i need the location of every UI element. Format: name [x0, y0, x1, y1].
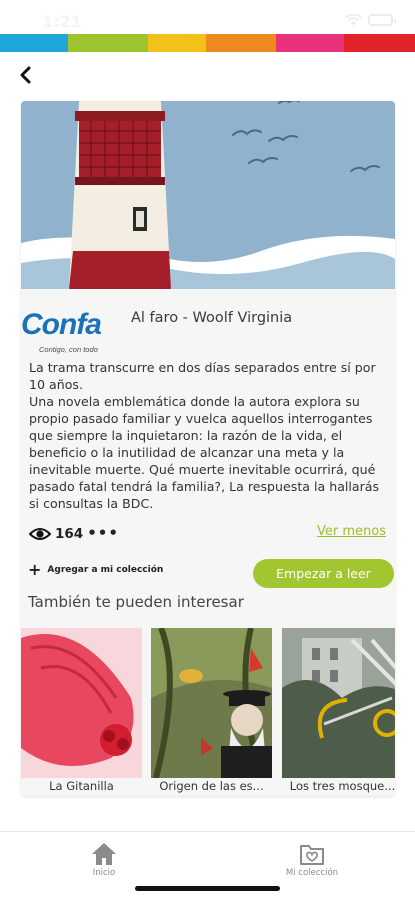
status-bar: 1:21 — [0, 0, 415, 36]
recommendation-item[interactable]: La Gitanilla — [21, 628, 142, 796]
folder-heart-icon — [300, 845, 324, 865]
strip-segment-red — [344, 34, 415, 52]
tab-my-collection[interactable]: Mi colección — [267, 842, 357, 878]
battery-icon — [368, 14, 396, 26]
strip-segment-green — [68, 34, 148, 52]
bottom-tab-bar: Inicio Mi colección — [0, 831, 415, 900]
book-description: La trama transcurre en dos días separado… — [29, 359, 391, 512]
recommendation-label: Los tres mosque... — [289, 779, 395, 793]
recommendation-cover — [151, 628, 272, 778]
lighthouse-illustration — [21, 101, 395, 289]
tab-home[interactable]: Inicio — [59, 842, 149, 878]
strip-segment-yellow — [148, 34, 206, 52]
publisher-logo-tagline: Contigo, con todo — [39, 345, 98, 354]
tab-my-collection-label: Mi colección — [285, 868, 339, 878]
status-icons — [345, 14, 396, 26]
book-title: Al faro - Woolf Virginia — [131, 310, 293, 326]
home-indicator — [135, 886, 280, 891]
more-options-button[interactable]: ••• — [87, 524, 119, 542]
views-counter: 164 ••• — [29, 524, 119, 542]
strip-segment-orange — [206, 34, 276, 52]
description-paragraph: La trama transcurre en dos días separado… — [29, 360, 376, 392]
book-detail-card: Confa Contigo, con todo Al faro - Woolf … — [21, 101, 395, 796]
publisher-logo-wordmark: Confa — [21, 308, 102, 341]
recommendation-label: Origen de las es... — [159, 779, 264, 793]
recommendation-cover — [282, 628, 395, 778]
wifi-icon — [345, 14, 362, 26]
tab-home-label: Inicio — [92, 868, 116, 878]
eye-icon — [29, 528, 51, 540]
recommendations-list: La Gitanilla Origen de las es... Los tre… — [21, 628, 395, 796]
add-to-collection-label: Agregar a mi colección — [47, 565, 164, 575]
recommendation-label: La Gitanilla — [49, 779, 114, 793]
strip-segment-pink — [276, 34, 344, 52]
back-button[interactable] — [12, 64, 38, 86]
strip-segment-blue — [0, 34, 68, 52]
plus-icon: + — [28, 560, 42, 579]
recommendations-title: También te pueden interesar — [28, 593, 244, 611]
add-to-collection-button[interactable]: + Agregar a mi colección — [28, 560, 164, 579]
description-paragraph: Una novela emblemática donde la autora e… — [29, 394, 380, 511]
recommendation-item[interactable]: Origen de las es... — [151, 628, 272, 796]
book-cover-image — [21, 101, 395, 289]
recommendation-item[interactable]: Los tres mosque... — [282, 628, 395, 796]
ver-menos-link[interactable]: Ver menos — [317, 524, 386, 539]
views-count: 164 — [55, 526, 84, 542]
status-time: 1:21 — [42, 12, 82, 31]
chevron-left-icon — [20, 66, 31, 84]
publisher-logo: Confa Contigo, con todo — [21, 308, 113, 358]
recommendation-cover — [21, 628, 142, 778]
home-icon — [92, 843, 116, 865]
start-reading-button[interactable]: Empezar a leer — [253, 559, 394, 588]
brand-color-strip — [0, 34, 415, 52]
